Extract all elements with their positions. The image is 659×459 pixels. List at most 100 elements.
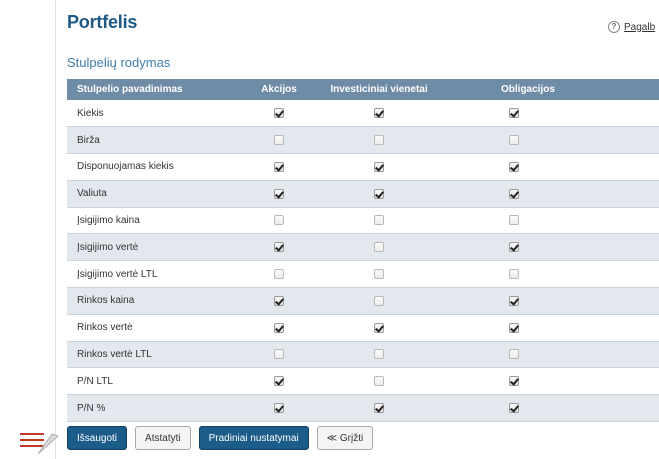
help-link-label[interactable]: Pagalb xyxy=(624,22,655,33)
back-button[interactable]: ≪ Grįžti xyxy=(316,426,374,450)
checkbox-investment-units[interactable] xyxy=(374,215,384,226)
table-row: Įsigijimo vertė LTL xyxy=(67,260,659,289)
cell-stocks xyxy=(244,180,314,208)
cell-bonds xyxy=(444,126,659,155)
help-icon: ? xyxy=(608,21,620,33)
checkbox-investment-units[interactable] xyxy=(374,376,384,387)
table-row: P/N LTL xyxy=(67,367,659,396)
checkbox-bonds[interactable] xyxy=(509,242,519,253)
row-label: Kiekis xyxy=(67,100,244,128)
checkbox-investment-units[interactable] xyxy=(374,188,384,199)
section-subtitle: Stulpelių rodymas xyxy=(67,55,171,70)
cell-bonds xyxy=(444,153,659,181)
save-button[interactable]: Išsaugoti xyxy=(67,426,128,450)
checkbox-bonds[interactable] xyxy=(509,322,519,333)
checkbox-bonds[interactable] xyxy=(509,295,519,306)
checkbox-investment-units[interactable] xyxy=(374,269,384,280)
table-row: Įsigijimo vertė xyxy=(67,233,659,262)
defaults-button[interactable]: Pradiniai nustatymai xyxy=(198,426,309,450)
checkbox-stocks[interactable] xyxy=(274,188,284,199)
checkbox-stocks[interactable] xyxy=(274,242,284,253)
table-row: Kiekis xyxy=(67,100,659,128)
row-label: P/N LTL xyxy=(67,367,244,396)
cell-investment-units xyxy=(314,153,444,181)
cell-stocks xyxy=(244,341,314,369)
table-row: P/N % xyxy=(67,394,659,423)
cell-investment-units xyxy=(314,341,444,369)
checkbox-bonds[interactable] xyxy=(509,161,519,172)
cell-stocks xyxy=(244,126,314,155)
cell-investment-units xyxy=(314,233,444,262)
table-header-row: Stulpelio pavadinimas Akcijos Investicin… xyxy=(67,79,659,100)
cell-investment-units xyxy=(314,287,444,315)
checkbox-stocks[interactable] xyxy=(274,295,284,306)
cell-investment-units xyxy=(314,126,444,155)
table-row: Valiuta xyxy=(67,180,659,208)
row-label: Birža xyxy=(67,126,244,155)
row-label: Rinkos vertė LTL xyxy=(67,341,244,369)
table-row: Rinkos kaina xyxy=(67,287,659,315)
checkbox-bonds[interactable] xyxy=(509,188,519,199)
checkbox-stocks[interactable] xyxy=(274,108,284,118)
checkbox-stocks[interactable] xyxy=(274,269,284,280)
cell-investment-units xyxy=(314,260,444,289)
checkbox-investment-units[interactable] xyxy=(374,322,384,333)
cell-stocks xyxy=(244,314,314,342)
checkbox-stocks[interactable] xyxy=(274,161,284,172)
cell-stocks xyxy=(244,100,314,128)
header-bonds: Obligacijos xyxy=(444,79,659,100)
checkbox-stocks[interactable] xyxy=(274,322,284,333)
cell-bonds xyxy=(444,233,659,262)
row-label: P/N % xyxy=(67,394,244,423)
row-label: Disponuojamas kiekis xyxy=(67,153,244,181)
header-investment-units: Investiciniai vienetai xyxy=(314,79,444,100)
checkbox-investment-units[interactable] xyxy=(374,349,384,360)
cell-bonds xyxy=(444,180,659,208)
cell-stocks xyxy=(244,153,314,181)
pointer-arrow-icon xyxy=(20,433,59,454)
checkbox-investment-units[interactable] xyxy=(374,108,384,118)
cell-bonds xyxy=(444,367,659,396)
row-label: Rinkos kaina xyxy=(67,287,244,315)
help-link[interactable]: ? Pagalb xyxy=(608,21,655,33)
checkbox-bonds[interactable] xyxy=(509,108,519,118)
checkbox-bonds[interactable] xyxy=(509,403,519,414)
cell-stocks xyxy=(244,367,314,396)
checkbox-investment-units[interactable] xyxy=(374,161,384,172)
checkbox-stocks[interactable] xyxy=(274,215,284,226)
cell-stocks xyxy=(244,394,314,423)
cell-bonds xyxy=(444,207,659,235)
checkbox-bonds[interactable] xyxy=(509,349,519,360)
checkbox-investment-units[interactable] xyxy=(374,403,384,414)
cell-stocks xyxy=(244,260,314,289)
table-row: Rinkos vertė xyxy=(67,314,659,342)
cell-bonds xyxy=(444,260,659,289)
action-bar: Išsaugoti Atstatyti Pradiniai nustatymai… xyxy=(67,426,374,450)
row-label: Įsigijimo kaina xyxy=(67,207,244,235)
cell-bonds xyxy=(444,394,659,423)
checkbox-investment-units[interactable] xyxy=(374,242,384,253)
checkbox-bonds[interactable] xyxy=(509,215,519,226)
checkbox-investment-units[interactable] xyxy=(374,295,384,306)
page-title: Portfelis xyxy=(67,12,138,32)
checkbox-stocks[interactable] xyxy=(274,376,284,387)
checkbox-stocks[interactable] xyxy=(274,349,284,360)
cell-investment-units xyxy=(314,394,444,423)
checkbox-stocks[interactable] xyxy=(274,135,284,146)
cell-stocks xyxy=(244,233,314,262)
cell-investment-units xyxy=(314,314,444,342)
row-label: Įsigijimo vertė xyxy=(67,233,244,262)
cell-bonds xyxy=(444,341,659,369)
cell-bonds xyxy=(444,314,659,342)
header-column-name: Stulpelio pavadinimas xyxy=(67,79,244,100)
checkbox-bonds[interactable] xyxy=(509,135,519,146)
cell-bonds xyxy=(444,287,659,315)
table-row: Rinkos vertė LTL xyxy=(67,341,659,369)
checkbox-stocks[interactable] xyxy=(274,403,284,414)
checkbox-investment-units[interactable] xyxy=(374,135,384,146)
checkbox-bonds[interactable] xyxy=(509,269,519,280)
reset-button[interactable]: Atstatyti xyxy=(135,426,191,450)
checkbox-bonds[interactable] xyxy=(509,376,519,387)
row-label: Įsigijimo vertė LTL xyxy=(67,260,244,289)
header-stocks: Akcijos xyxy=(244,79,314,100)
